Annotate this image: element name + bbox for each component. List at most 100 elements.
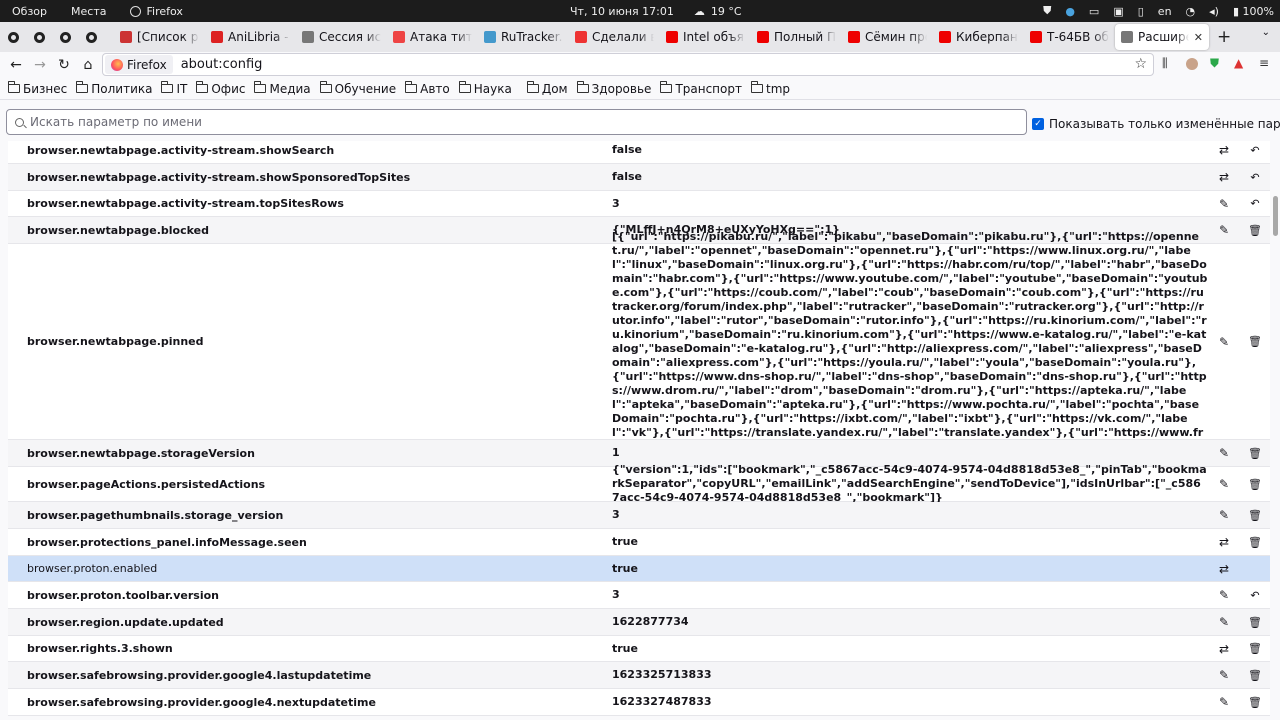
battery-status[interactable]: ▮ 100% <box>1233 5 1274 18</box>
edit-icon[interactable]: ✎ <box>1208 508 1240 522</box>
bookmark-folder-6[interactable]: Авто <box>405 81 450 96</box>
bookmark-folder-11[interactable]: tmp <box>750 81 790 96</box>
tab-3[interactable]: Атака титан <box>387 24 478 50</box>
reset-icon[interactable]: ↶ <box>1240 197 1270 210</box>
back-button[interactable]: ← <box>4 57 28 73</box>
delete-icon[interactable]: 🗑 <box>1240 642 1270 655</box>
new-tab-button[interactable]: + <box>1209 27 1239 47</box>
volume-icon[interactable]: ◂) <box>1209 5 1219 18</box>
search-input[interactable] <box>30 115 980 129</box>
pref-row[interactable]: browser.region.update.updated 1622877734 ✎… <box>8 609 1270 636</box>
tab-close-icon[interactable]: ✕ <box>1194 31 1203 44</box>
clipboard-tray-icon[interactable]: ▭ <box>1089 5 1099 18</box>
account-avatar[interactable] <box>1186 58 1198 70</box>
pref-row[interactable]: browser.proton.enabled true ⇄ <box>8 556 1270 582</box>
delete-icon[interactable]: 🗑 <box>1240 509 1270 522</box>
pref-row[interactable]: browser.protections_panel.infoMessage.se… <box>8 529 1270 556</box>
bookmark-folder-5[interactable]: Обучение <box>319 81 396 96</box>
edit-icon[interactable]: ✎ <box>1208 446 1240 460</box>
delete-icon[interactable]: 🗑 <box>1240 447 1270 460</box>
delete-icon[interactable]: 🗑 <box>1240 616 1270 629</box>
url-bar[interactable]: Firefox about:config ☆ <box>102 53 1154 76</box>
bookmark-folder-3[interactable]: Офис <box>196 81 245 96</box>
pref-row[interactable]: browser.newtabpage.activity-stream.topSi… <box>8 191 1270 217</box>
toggle-icon[interactable]: ⇄ <box>1208 562 1240 576</box>
reset-icon[interactable]: ↶ <box>1240 144 1270 157</box>
pref-row[interactable]: browser.safebrowsing.provider.google4.ne… <box>8 689 1270 716</box>
edit-icon[interactable]: ✎ <box>1208 223 1240 237</box>
reset-icon[interactable]: ↶ <box>1240 589 1270 602</box>
reload-button[interactable]: ↻ <box>52 57 76 73</box>
tab-8[interactable]: Сёмин про <box>842 24 933 50</box>
search-box[interactable] <box>6 109 1027 135</box>
bookmark-folder-1[interactable]: Политика <box>76 81 152 96</box>
edit-icon[interactable]: ✎ <box>1208 197 1240 211</box>
edit-icon[interactable]: ✎ <box>1208 615 1240 629</box>
bookmark-star-icon[interactable]: ☆ <box>1134 56 1147 72</box>
tab-6[interactable]: Intel объявь <box>660 24 751 50</box>
delete-icon[interactable]: 🗑 <box>1240 669 1270 682</box>
bookmark-folder-4[interactable]: Медиа <box>254 81 311 96</box>
window-extra-button[interactable] <box>78 24 104 50</box>
show-modified-checkbox[interactable]: ✓ <box>1032 118 1044 130</box>
home-button[interactable]: ⌂ <box>76 57 100 73</box>
telegram-tray-icon[interactable]: ● <box>1065 5 1075 18</box>
clock[interactable]: Чт, 10 июня 17:01 <box>570 5 674 18</box>
pref-row[interactable]: browser.proton.toolbar.version 3 ✎ ↶ <box>8 582 1270 609</box>
url-text[interactable]: about:config <box>181 57 263 72</box>
tab-7[interactable]: Полный П* <box>751 24 842 50</box>
extension-icon[interactable]: ▲ <box>1234 56 1243 70</box>
tab-5[interactable]: Сделали во <box>569 24 660 50</box>
weather-temp[interactable]: 19 °C <box>711 5 742 18</box>
document-tray-icon[interactable]: ▯ <box>1138 5 1144 18</box>
wifi-icon[interactable]: ◔ <box>1186 5 1196 18</box>
bookmark-folder-9[interactable]: Здоровье <box>576 81 651 96</box>
places-menu[interactable]: Места <box>59 5 118 18</box>
delete-icon[interactable]: 🗑 <box>1240 224 1270 237</box>
tab-10[interactable]: Т-64БВ об с <box>1024 24 1115 50</box>
pref-row[interactable]: browser.newtabpage.pinned [{"url":"https:… <box>8 230 1270 453</box>
edit-icon[interactable]: ✎ <box>1208 477 1240 491</box>
delete-icon[interactable]: 🗑 <box>1240 335 1270 348</box>
pref-row[interactable]: browser.newtabpage.activity-stream.showS… <box>8 137 1270 164</box>
delete-icon[interactable]: 🗑 <box>1240 536 1270 549</box>
adblock-shield-icon[interactable]: ⛊ <box>1210 56 1219 71</box>
library-icon[interactable]: ⫼ <box>1162 56 1168 71</box>
edit-icon[interactable]: ✎ <box>1208 668 1240 682</box>
pref-row[interactable]: browser.newtabpage.activity-stream.showS… <box>8 164 1270 191</box>
edit-icon[interactable]: ✎ <box>1208 335 1240 349</box>
reset-icon[interactable]: ↶ <box>1240 171 1270 184</box>
forward-button[interactable]: → <box>28 57 52 73</box>
shield-tray-icon[interactable]: ⛊ <box>1043 4 1051 18</box>
delete-icon[interactable]: 🗑 <box>1240 478 1270 491</box>
pref-row[interactable]: browser.safebrowsing.provider.google4.la… <box>8 662 1270 689</box>
bookmark-folder-0[interactable]: Бизнес <box>8 81 67 96</box>
tab-9[interactable]: Киберпанк <box>933 24 1024 50</box>
tab-11[interactable]: Расширенны ✕ <box>1115 24 1209 50</box>
pref-row[interactable]: browser.pagethumbnails.storage_version 3 ✎… <box>8 502 1270 529</box>
tab-2[interactable]: Сессия исте <box>296 24 387 50</box>
bookmark-folder-2[interactable]: IT <box>161 81 187 96</box>
toggle-icon[interactable]: ⇄ <box>1208 642 1240 656</box>
show-modified-toggle[interactable]: ✓ Показывать только изменённые параметры <box>1032 117 1280 131</box>
window-minimize-button[interactable] <box>26 24 52 50</box>
identity-box[interactable]: Firefox <box>105 55 173 74</box>
activities-button[interactable]: Обзор <box>0 5 59 18</box>
toggle-icon[interactable]: ⇄ <box>1208 535 1240 549</box>
scrollbar-thumb[interactable] <box>1273 196 1278 236</box>
bookmark-folder-7[interactable]: Наука <box>458 81 512 96</box>
tab-1[interactable]: AniLibria - т <box>205 24 296 50</box>
delete-icon[interactable]: 🗑 <box>1240 696 1270 709</box>
toggle-icon[interactable]: ⇄ <box>1208 170 1240 184</box>
window-tray-icon[interactable]: ▣ <box>1113 5 1123 18</box>
window-maximize-button[interactable] <box>52 24 78 50</box>
language-indicator[interactable]: en <box>1158 5 1172 18</box>
window-close-button[interactable] <box>0 24 26 50</box>
tab-0[interactable]: [Список раз <box>114 24 205 50</box>
tab-4[interactable]: RuTracker.or <box>478 24 569 50</box>
app-menu[interactable]: Firefox <box>118 5 194 18</box>
edit-icon[interactable]: ✎ <box>1208 695 1240 709</box>
edit-icon[interactable]: ✎ <box>1208 588 1240 602</box>
bookmark-folder-10[interactable]: Транспорт <box>660 81 742 96</box>
pref-row[interactable]: browser.rights.3.shown true ⇄ 🗑 <box>8 636 1270 662</box>
